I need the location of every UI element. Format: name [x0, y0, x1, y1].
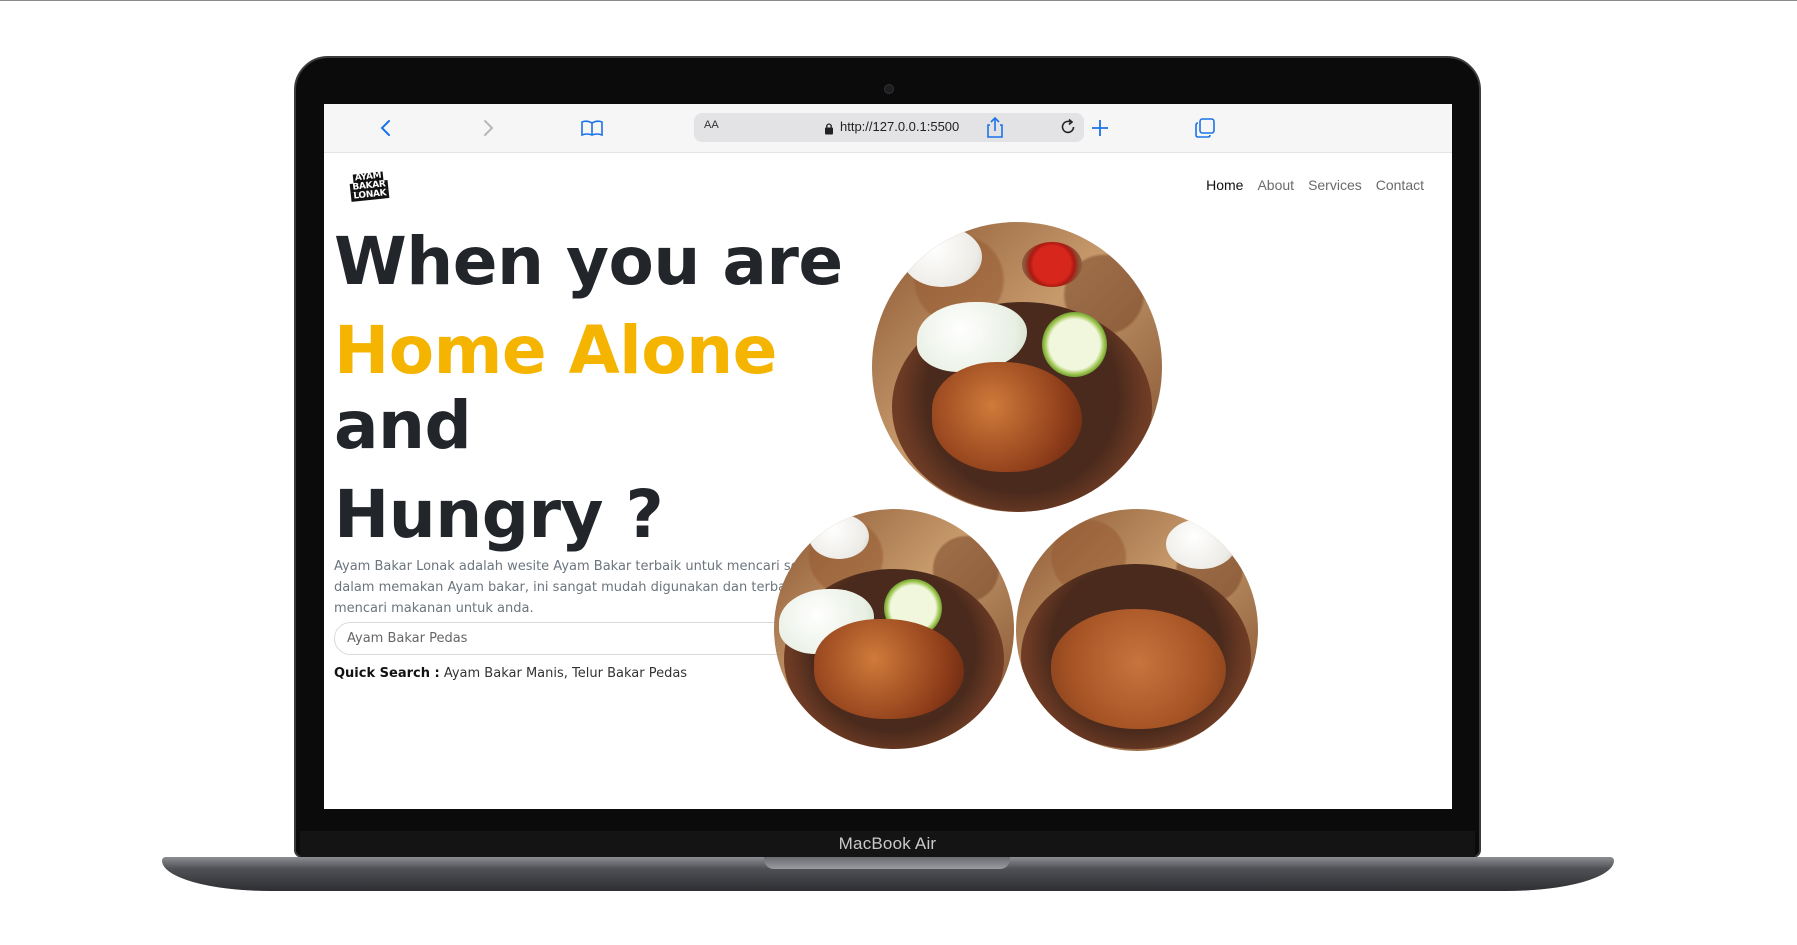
food-image-ayam-bakar-plate: [774, 509, 1014, 749]
laptop-chin: MacBook Air: [300, 831, 1475, 857]
chevron-right-icon[interactable]: [476, 116, 500, 140]
laptop-notch: [764, 857, 1010, 869]
main-nav: Home About Services Contact: [1206, 177, 1424, 193]
quick-search: Quick Search : Ayam Bakar Manis, Telur B…: [334, 666, 687, 681]
nav-item-contact[interactable]: Contact: [1376, 177, 1424, 193]
nav-item-about[interactable]: About: [1257, 177, 1294, 193]
quick-search-items[interactable]: Ayam Bakar Manis, Telur Bakar Pedas: [444, 666, 687, 681]
hero-line-4: Hungry ?: [334, 476, 664, 553]
hero-line-2: Home Alone: [334, 312, 777, 389]
text-size-button[interactable]: AA: [704, 119, 719, 131]
food-image-ayam-bakar: [872, 222, 1162, 512]
tabs-icon[interactable]: [1193, 116, 1217, 140]
share-icon[interactable]: [983, 116, 1007, 140]
search-input[interactable]: [334, 622, 839, 655]
hero-line-3: and: [334, 387, 472, 464]
book-icon[interactable]: [580, 116, 604, 140]
site-logo[interactable]: AYAM BAKAR LONAK: [347, 167, 390, 205]
food-image-telur-bakar: [1016, 509, 1258, 751]
url-text[interactable]: http://127.0.0.1:5500: [840, 119, 959, 134]
plus-icon[interactable]: [1088, 116, 1112, 140]
top-divider: [0, 0, 1797, 1]
browser-toolbar: AA http://127.0.0.1:5500: [324, 104, 1452, 153]
lock-icon: [824, 120, 834, 139]
reload-icon[interactable]: [1058, 117, 1078, 141]
hero-line-1: When you are: [334, 223, 843, 300]
nav-item-home[interactable]: Home: [1206, 177, 1243, 193]
logo-line: LONAK: [351, 187, 389, 202]
quick-search-label: Quick Search :: [334, 666, 440, 681]
browser-window: AA http://127.0.0.1:5500 AYAM BAKAR LONA…: [324, 104, 1452, 809]
camera-icon: [884, 84, 894, 94]
address-bar[interactable]: AA http://127.0.0.1:5500: [694, 113, 1084, 142]
model-label: MacBook Air: [838, 834, 937, 853]
nav-item-services[interactable]: Services: [1308, 177, 1362, 193]
chevron-left-icon[interactable]: [374, 116, 398, 140]
